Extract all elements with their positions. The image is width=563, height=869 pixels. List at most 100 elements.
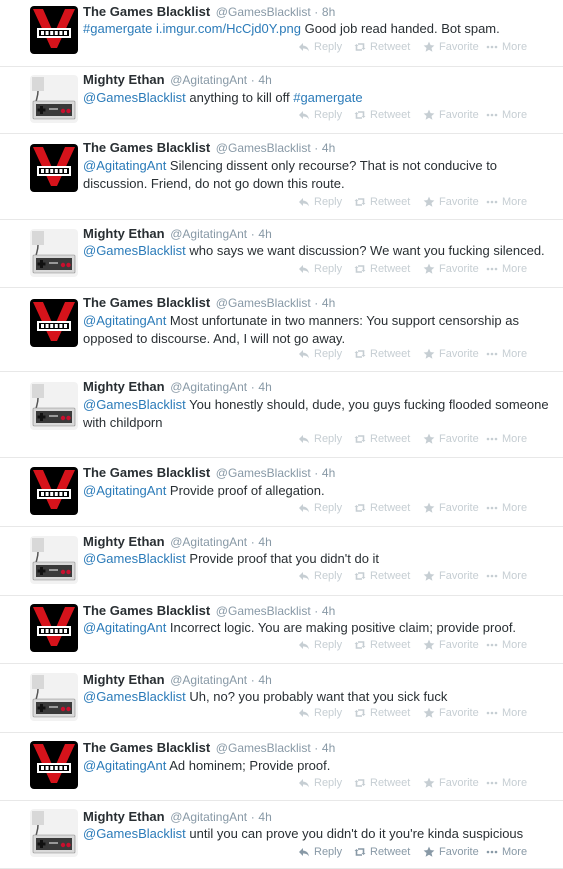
tweet-link[interactable]: @AgitatingAnt [83,313,166,328]
favorite-button[interactable]: Favorite [423,41,479,53]
tweet-timestamp[interactable]: 4h [322,296,335,310]
more-button[interactable]: More [486,846,527,858]
more-button[interactable]: More [486,707,527,719]
tweet[interactable]: Mighty Ethan @AgitatingAnt · 4h @GamesBla… [0,527,563,596]
author-name[interactable]: The Games Blacklist [83,4,210,19]
author-handle[interactable]: @AgitatingAnt [170,380,247,394]
tweet-link[interactable]: @GamesBlacklist [83,551,186,566]
avatar-mighty-ethan[interactable] [30,673,78,721]
tweet[interactable]: Mighty Ethan @AgitatingAnt · 4h @GamesBla… [0,67,563,134]
author-handle[interactable]: @GamesBlacklist [216,296,311,310]
author-name[interactable]: Mighty Ethan [83,534,165,549]
tweet[interactable]: The Games Blacklist @GamesBlacklist · 8h… [0,0,563,67]
favorite-button[interactable]: Favorite [423,433,479,445]
author-handle[interactable]: @GamesBlacklist [216,466,311,480]
tweet-timestamp[interactable]: 4h [258,73,271,87]
author-name[interactable]: Mighty Ethan [83,72,165,87]
tweet[interactable]: Mighty Ethan @AgitatingAnt · 4h @GamesBla… [0,372,563,458]
more-button[interactable]: More [486,639,527,651]
avatar-mighty-ethan[interactable] [30,229,78,277]
tweet-link[interactable]: #gamergate [293,90,362,105]
reply-button[interactable]: Reply [298,348,342,360]
favorite-button[interactable]: Favorite [423,348,479,360]
favorite-button[interactable]: Favorite [423,707,479,719]
author-handle[interactable]: @AgitatingAnt [170,73,247,87]
retweet-button[interactable]: Retweet [354,41,410,53]
author-handle[interactable]: @AgitatingAnt [170,810,247,824]
tweet-link[interactable]: @GamesBlacklist [83,90,186,105]
retweet-button[interactable]: Retweet [354,433,410,445]
more-button[interactable]: More [486,348,527,360]
reply-button[interactable]: Reply [298,196,342,208]
more-button[interactable]: More [486,41,527,53]
tweet-timestamp[interactable]: 4h [258,535,271,549]
author-name[interactable]: Mighty Ethan [83,809,165,824]
retweet-button[interactable]: Retweet [354,196,410,208]
tweet-link[interactable]: @AgitatingAnt [83,758,166,773]
tweet-timestamp[interactable]: 4h [258,810,271,824]
retweet-button[interactable]: Retweet [354,639,410,651]
tweet-link[interactable]: @GamesBlacklist [83,397,186,412]
tweet-link[interactable]: @GamesBlacklist [83,243,186,258]
tweet-link[interactable]: #gamergate i.imgur.com/HcCjd0Y.png [83,21,301,36]
reply-button[interactable]: Reply [298,707,342,719]
more-button[interactable]: More [486,109,527,121]
tweet-link[interactable]: @AgitatingAnt [83,158,166,173]
favorite-button[interactable]: Favorite [423,777,479,789]
tweet[interactable]: The Games Blacklist @GamesBlacklist · 4h… [0,288,563,372]
author-name[interactable]: Mighty Ethan [83,379,165,394]
reply-button[interactable]: Reply [298,570,342,582]
retweet-button[interactable]: Retweet [354,570,410,582]
avatar-mighty-ethan[interactable] [30,382,78,430]
retweet-button[interactable]: Retweet [354,109,410,121]
reply-button[interactable]: Reply [298,433,342,445]
avatar-games-blacklist[interactable] [30,6,78,54]
avatar-games-blacklist[interactable] [30,741,78,789]
author-handle[interactable]: @AgitatingAnt [170,535,247,549]
author-name[interactable]: Mighty Ethan [83,672,165,687]
retweet-button[interactable]: Retweet [354,263,410,275]
tweet-link[interactable]: @GamesBlacklist [83,689,186,704]
reply-button[interactable]: Reply [298,846,342,858]
tweet-link[interactable]: @AgitatingAnt [83,483,166,498]
avatar-games-blacklist[interactable] [30,299,78,347]
more-button[interactable]: More [486,263,527,275]
author-name[interactable]: Mighty Ethan [83,226,165,241]
tweet-link[interactable]: @AgitatingAnt [83,620,166,635]
more-button[interactable]: More [486,433,527,445]
more-button[interactable]: More [486,777,527,789]
avatar-mighty-ethan[interactable] [30,75,78,123]
reply-button[interactable]: Reply [298,777,342,789]
tweet-timestamp[interactable]: 4h [322,141,335,155]
author-name[interactable]: The Games Blacklist [83,295,210,310]
author-name[interactable]: The Games Blacklist [83,603,210,618]
retweet-button[interactable]: Retweet [354,348,410,360]
tweet-timestamp[interactable]: 4h [258,673,271,687]
retweet-button[interactable]: Retweet [354,777,410,789]
tweet-timestamp[interactable]: 4h [322,741,335,755]
author-name[interactable]: The Games Blacklist [83,140,210,155]
author-handle[interactable]: @GamesBlacklist [216,5,311,19]
tweet-timestamp[interactable]: 4h [322,604,335,618]
tweet[interactable]: The Games Blacklist @GamesBlacklist · 4h… [0,134,563,220]
tweet[interactable]: The Games Blacklist @GamesBlacklist · 4h… [0,458,563,527]
tweet-timestamp[interactable]: 4h [258,227,271,241]
tweet-timestamp[interactable]: 8h [322,5,335,19]
favorite-button[interactable]: Favorite [423,570,479,582]
favorite-button[interactable]: Favorite [423,109,479,121]
avatar-mighty-ethan[interactable] [30,536,78,584]
author-handle[interactable]: @GamesBlacklist [216,604,311,618]
favorite-button[interactable]: Favorite [423,196,479,208]
more-button[interactable]: More [486,570,527,582]
avatar-games-blacklist[interactable] [30,467,78,515]
more-button[interactable]: More [486,196,527,208]
reply-button[interactable]: Reply [298,502,342,514]
avatar-games-blacklist[interactable] [30,144,78,192]
favorite-button[interactable]: Favorite [423,263,479,275]
favorite-button[interactable]: Favorite [423,502,479,514]
tweet-link[interactable]: @GamesBlacklist [83,826,186,841]
reply-button[interactable]: Reply [298,41,342,53]
author-handle[interactable]: @AgitatingAnt [170,227,247,241]
tweet-timestamp[interactable]: 4h [322,466,335,480]
author-name[interactable]: The Games Blacklist [83,465,210,480]
